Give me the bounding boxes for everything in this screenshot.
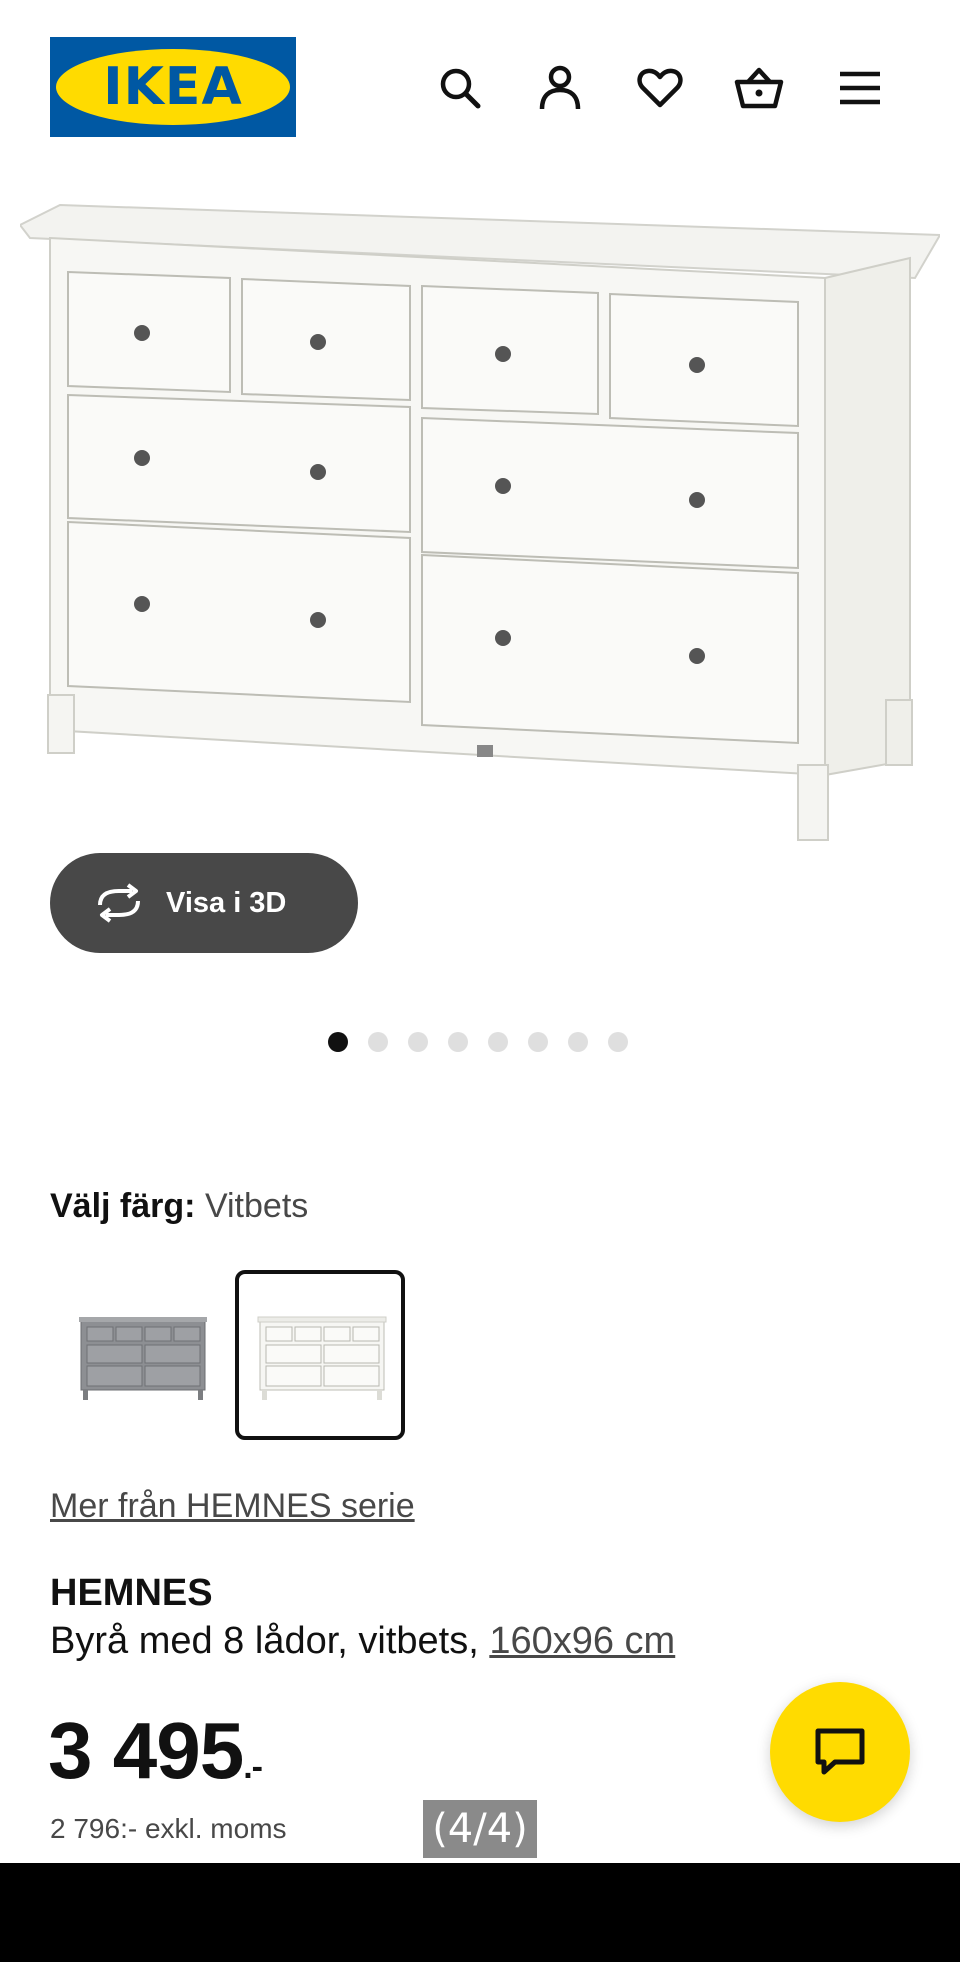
white-dresser-swatch[interactable] bbox=[235, 1270, 405, 1440]
carousel-dot[interactable] bbox=[488, 1032, 508, 1052]
carousel-dots bbox=[328, 1032, 628, 1052]
basket-icon[interactable] bbox=[731, 60, 787, 116]
logo-text: IKEA bbox=[103, 57, 243, 117]
bottom-bar bbox=[0, 1863, 960, 1962]
page-indicator: (4/4) bbox=[423, 1800, 537, 1858]
view-3d-label: Visa i 3D bbox=[166, 886, 287, 919]
carousel-dot[interactable] bbox=[368, 1032, 388, 1052]
product-name: HEMNES bbox=[50, 1572, 213, 1614]
price-excl-vat: 2 796:- exkl. moms bbox=[50, 1813, 287, 1844]
view-3d-button[interactable]: Visa i 3D bbox=[50, 853, 358, 953]
carousel-dot[interactable] bbox=[608, 1032, 628, 1052]
carousel-dot[interactable] bbox=[528, 1032, 548, 1052]
search-icon[interactable] bbox=[432, 60, 488, 116]
color-label-title: Välj färg: bbox=[50, 1187, 196, 1225]
product-dimensions-link[interactable]: 160x96 cm bbox=[489, 1620, 675, 1662]
ikea-logo[interactable]: IKEA bbox=[50, 37, 296, 137]
menu-icon[interactable] bbox=[832, 60, 888, 116]
price-main: 3 495 bbox=[48, 1706, 244, 1795]
product-description: Byrå med 8 lådor, vitbets, 160x96 cm bbox=[50, 1620, 675, 1663]
chat-icon bbox=[815, 1728, 865, 1775]
price: 3 495.- bbox=[48, 1705, 263, 1797]
color-value: Vitbets bbox=[204, 1187, 309, 1225]
price-suffix: .- bbox=[243, 1748, 263, 1786]
product-image[interactable] bbox=[18, 200, 942, 850]
carousel-dot[interactable] bbox=[448, 1032, 468, 1052]
heart-icon[interactable] bbox=[632, 60, 688, 116]
gray-dresser-swatch[interactable] bbox=[56, 1270, 226, 1440]
rotate-icon bbox=[98, 883, 140, 923]
carousel-dot[interactable] bbox=[568, 1032, 588, 1052]
chat-button[interactable] bbox=[770, 1682, 910, 1822]
color-label: Välj färg: Vitbets bbox=[50, 1187, 308, 1226]
carousel-dot[interactable] bbox=[328, 1032, 348, 1052]
series-link[interactable]: Mer från HEMNES serie bbox=[50, 1487, 415, 1526]
user-icon[interactable] bbox=[532, 60, 588, 116]
product-description-text: Byrå med 8 lådor, vitbets, bbox=[50, 1620, 479, 1662]
carousel-dot[interactable] bbox=[408, 1032, 428, 1052]
